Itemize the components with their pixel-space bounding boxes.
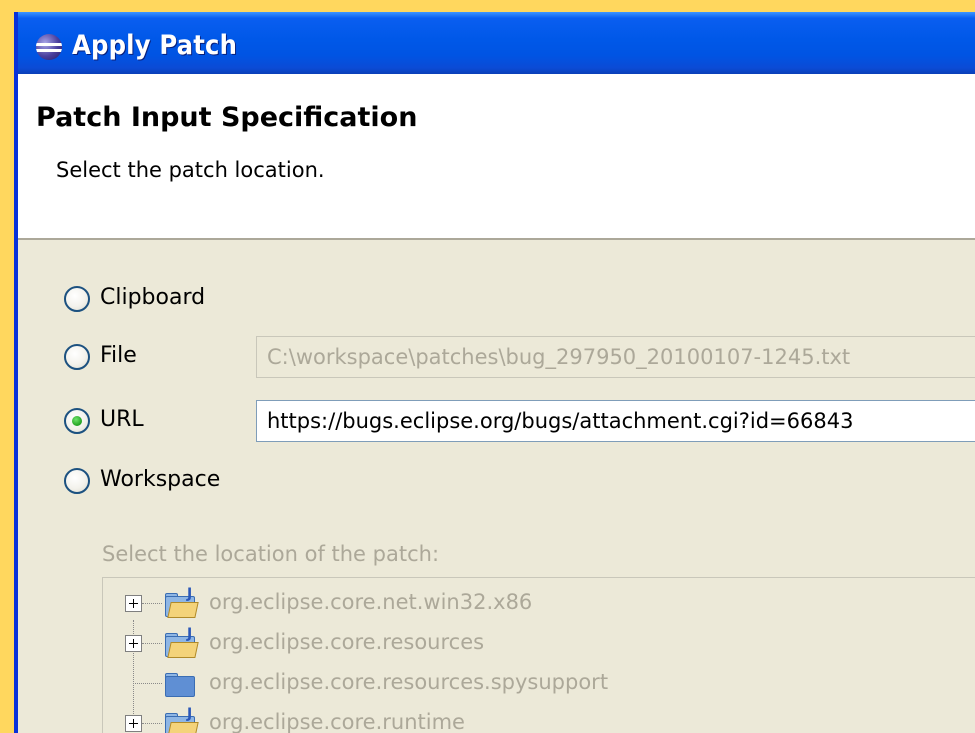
apply-patch-dialog: Apply Patch Patch Input Specification Se… xyxy=(14,12,975,733)
expand-icon[interactable] xyxy=(125,595,142,612)
closed-project-folder-icon xyxy=(163,672,197,698)
java-project-folder-icon: J xyxy=(163,706,199,733)
radio-button-selected[interactable] xyxy=(64,408,90,434)
tree-item[interactable]: J org.eclipse.core.net.win32.x86 xyxy=(103,586,975,620)
workspace-tree[interactable]: J org.eclipse.core.net.win32.x86 J org.e… xyxy=(102,577,975,733)
java-project-folder-icon: J xyxy=(163,626,199,658)
radio-button[interactable] xyxy=(64,286,90,312)
tree-item[interactable]: J org.eclipse.core.runtime xyxy=(103,706,975,733)
tree-item-label: org.eclipse.core.runtime xyxy=(209,710,465,733)
radio-clipboard-label: Clipboard xyxy=(100,285,206,310)
page-description: Select the patch location. xyxy=(56,158,325,182)
window-title: Apply Patch xyxy=(72,30,238,61)
title-bar[interactable]: Apply Patch xyxy=(18,12,975,74)
file-path-input[interactable]: C:\workspace\patches\bug_297950_20100107… xyxy=(256,336,975,378)
tree-connector xyxy=(142,603,162,604)
tree-item[interactable]: org.eclipse.core.resources.spysupport xyxy=(103,666,975,700)
radio-workspace-label: Workspace xyxy=(100,467,221,492)
tree-connector xyxy=(133,683,162,684)
tree-item-label: org.eclipse.core.net.win32.x86 xyxy=(209,590,533,614)
expand-icon[interactable] xyxy=(125,715,142,732)
tree-label: Select the location of the patch: xyxy=(102,542,440,566)
tree-item-label: org.eclipse.core.resources xyxy=(209,630,485,654)
tree-connector xyxy=(142,723,162,724)
page-title: Patch Input Specification xyxy=(36,102,418,133)
java-project-folder-icon: J xyxy=(163,586,199,618)
tree-item[interactable]: J org.eclipse.core.resources xyxy=(103,626,975,660)
wizard-banner: Patch Input Specification Select the pat… xyxy=(18,74,975,240)
tree-item-label: org.eclipse.core.resources.spysupport xyxy=(209,670,609,694)
radio-url-label: URL xyxy=(100,407,144,432)
expand-icon[interactable] xyxy=(125,635,142,652)
radio-file-label: File xyxy=(100,343,137,368)
radio-selected-dot xyxy=(72,416,82,426)
url-input[interactable]: https://bugs.eclipse.org/bugs/attachment… xyxy=(256,400,975,442)
radio-button[interactable] xyxy=(64,468,90,494)
tree-connector xyxy=(142,643,162,644)
eclipse-icon xyxy=(36,34,62,60)
radio-button[interactable] xyxy=(64,344,90,370)
